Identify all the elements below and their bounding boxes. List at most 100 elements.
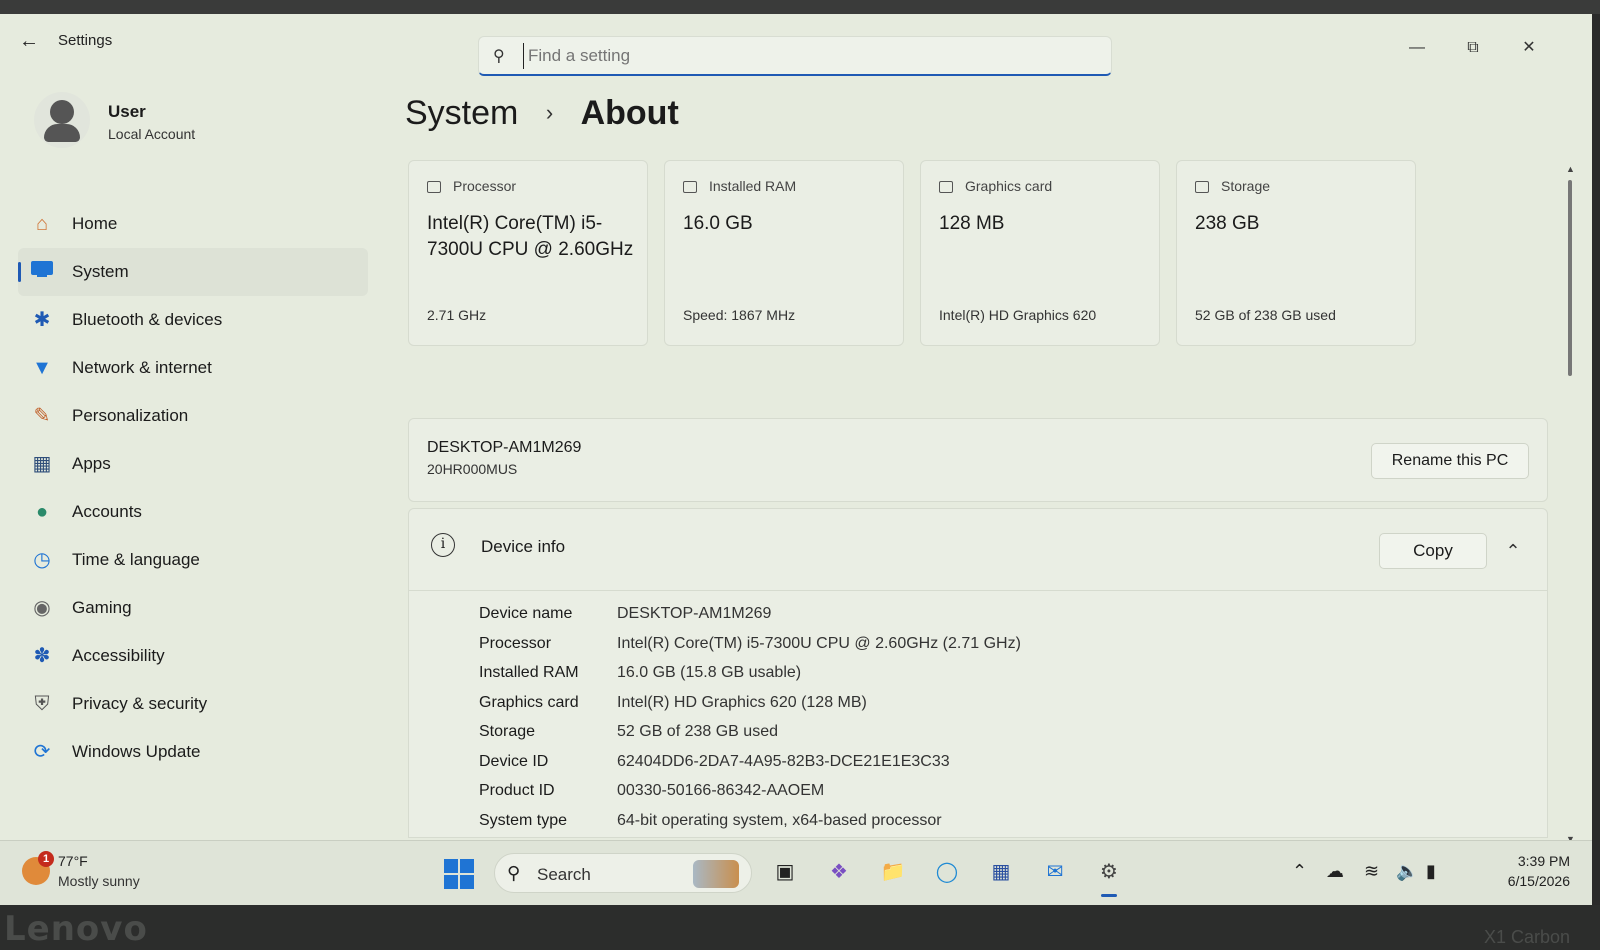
- chevron-right-icon: ›: [545, 100, 554, 126]
- scroll-thumb[interactable]: [1568, 180, 1572, 376]
- start-button[interactable]: [444, 859, 474, 889]
- chevron-up-icon[interactable]: ⌃: [1292, 861, 1307, 882]
- user-profile[interactable]: User Local Account: [20, 86, 360, 166]
- update-icon: ⟳: [33, 741, 51, 763]
- spec-label: Storage: [1221, 178, 1271, 194]
- info-key: Device ID: [479, 752, 549, 770]
- accessibility-icon: ✽: [33, 645, 51, 667]
- content-scrollbar[interactable]: ▲ ▼: [1566, 164, 1575, 844]
- info-icon: i: [431, 533, 455, 557]
- info-row: Product ID 00330-50166-86342-AAOEM: [479, 778, 1479, 808]
- device-info-header[interactable]: i Device info Copy ⌃: [409, 509, 1547, 591]
- sidebar-item-personalization[interactable]: ✎ Personalization: [18, 392, 368, 440]
- copy-button[interactable]: Copy: [1379, 533, 1487, 569]
- settings-search-box[interactable]: ⚲: [478, 36, 1112, 76]
- sidebar-item-system[interactable]: System: [18, 248, 368, 296]
- sidebar-item-accounts[interactable]: ● Accounts: [18, 488, 368, 536]
- cloud-offline-icon[interactable]: ☁: [1326, 861, 1344, 882]
- device-info-list: Device name DESKTOP-AM1M269 Processor In…: [479, 601, 1479, 837]
- back-arrow-icon[interactable]: ←: [16, 28, 42, 54]
- info-row: Storage 52 GB of 238 GB used: [479, 719, 1479, 749]
- copilot-icon[interactable]: ❖: [822, 855, 856, 889]
- spec-detail: 2.71 GHz: [427, 307, 487, 323]
- edge-browser-icon[interactable]: ◯: [930, 855, 964, 889]
- system-icon: [30, 260, 54, 284]
- settings-gear-icon[interactable]: ⚙: [1092, 855, 1126, 897]
- info-key: Processor: [479, 634, 552, 652]
- sidebar-item-accessibility[interactable]: ✽ Accessibility: [18, 632, 368, 680]
- search-highlight-image: [693, 860, 739, 888]
- settings-search-input[interactable]: [523, 43, 1083, 69]
- processor-icon: [427, 181, 441, 193]
- search-icon: ⚲: [507, 863, 521, 883]
- sidebar-item-label: Windows Update: [72, 742, 201, 761]
- sidebar-item-label: Accessibility: [72, 646, 165, 665]
- microsoft-store-icon[interactable]: ▦: [984, 855, 1018, 889]
- sidebar-item-home[interactable]: ⌂ Home: [18, 200, 368, 248]
- sidebar-item-label: Privacy & security: [72, 694, 208, 713]
- info-key: Product ID: [479, 782, 555, 799]
- storage-icon: [1195, 181, 1209, 193]
- close-icon[interactable]: ✕: [1514, 36, 1544, 60]
- outlook-icon[interactable]: ✉: [1038, 855, 1072, 889]
- spec-detail: 52 GB of 238 GB used: [1195, 307, 1336, 323]
- info-value: Intel(R) HD Graphics 620 (128 MB): [617, 693, 867, 711]
- info-value: 00330-50166-86342-AAOEM: [617, 782, 825, 799]
- spec-detail: Speed: 1867 MHz: [683, 307, 796, 323]
- device-info-section: i Device info Copy ⌃ Device name DESKTOP…: [408, 508, 1548, 838]
- app-title: Settings: [58, 32, 113, 49]
- sidebar-item-windows-update[interactable]: ⟳ Windows Update: [18, 728, 368, 776]
- wifi-icon[interactable]: ≋: [1364, 861, 1379, 882]
- spec-label: Graphics card: [965, 178, 1053, 194]
- volume-icon[interactable]: 🔈: [1396, 861, 1418, 882]
- info-key: Installed RAM: [479, 664, 579, 681]
- page-title: About: [580, 93, 679, 132]
- info-row: Device name DESKTOP-AM1M269: [479, 601, 1479, 631]
- spec-card-ram: Installed RAM 16.0 GB Speed: 1867 MHz: [664, 160, 904, 346]
- bluetooth-icon: ✱: [33, 309, 51, 331]
- screen-bezel-top: [0, 0, 1600, 14]
- info-row: Device ID 62404DD6-2DA7-4A95-82B3-DCE21E…: [479, 749, 1479, 779]
- scroll-up-icon[interactable]: ▲: [1566, 164, 1575, 174]
- notification-badge: 1: [38, 851, 54, 867]
- restore-icon[interactable]: ⧉: [1458, 36, 1488, 60]
- screen-bezel-bottom: Lenovo X1 Carbon: [0, 905, 1600, 950]
- shield-icon: ⛨: [34, 693, 50, 715]
- sidebar-item-apps[interactable]: ▦ Apps: [18, 440, 368, 488]
- clock-globe-icon: ◷: [33, 549, 51, 571]
- settings-window: ← Settings ⚲ — ⧉ ✕ User Local Account ⌂ …: [0, 14, 1592, 905]
- spec-label: Processor: [453, 178, 517, 194]
- sidebar-item-gaming[interactable]: ◉ Gaming: [18, 584, 368, 632]
- pc-name: DESKTOP-AM1M269: [427, 439, 582, 456]
- sidebar-item-label: System: [72, 262, 129, 281]
- sidebar-item-privacy[interactable]: ⛨ Privacy & security: [18, 680, 368, 728]
- spec-label: Installed RAM: [709, 178, 797, 194]
- sidebar-item-bluetooth[interactable]: ✱ Bluetooth & devices: [18, 296, 368, 344]
- home-icon: ⌂: [35, 213, 49, 235]
- pc-name-card: DESKTOP-AM1M269 20HR000MUS Rename this P…: [408, 418, 1548, 502]
- info-key: Graphics card: [479, 693, 579, 711]
- task-view-icon[interactable]: ▣: [768, 855, 802, 889]
- chevron-up-icon[interactable]: ⌃: [1499, 537, 1527, 565]
- clock[interactable]: 3:39 PM 6/15/2026: [1470, 851, 1570, 891]
- account-icon: ●: [35, 501, 49, 523]
- sidebar-item-label: Accounts: [72, 502, 142, 521]
- sidebar-item-time-language[interactable]: ◷ Time & language: [18, 536, 368, 584]
- title-bar: ← Settings ⚲ — ⧉ ✕: [0, 14, 1592, 76]
- weather-widget[interactable]: 1 77°F Mostly sunny: [22, 851, 162, 895]
- weather-desc: Mostly sunny: [58, 873, 140, 889]
- breadcrumb-parent[interactable]: System: [405, 94, 518, 133]
- spec-card-storage: Storage 238 GB 52 GB of 238 GB used: [1176, 160, 1416, 346]
- battery-icon[interactable]: ▮: [1426, 861, 1436, 882]
- sidebar-nav: ⌂ Home System ✱ Bluetooth & devices ▼ Ne…: [18, 200, 368, 776]
- file-explorer-icon[interactable]: 📁: [876, 855, 910, 889]
- taskbar-search[interactable]: ⚲ Search: [494, 853, 752, 893]
- minimize-icon[interactable]: —: [1402, 36, 1432, 60]
- brush-icon: ✎: [33, 405, 51, 427]
- info-value: Intel(R) Core(TM) i5-7300U CPU @ 2.60GHz…: [617, 634, 1021, 652]
- spec-value: Intel(R) Core(TM) i5-7300U CPU @ 2.60GHz: [427, 213, 634, 260]
- rename-pc-button[interactable]: Rename this PC: [1371, 443, 1529, 479]
- sidebar-item-label: Home: [72, 214, 118, 233]
- sidebar-item-network[interactable]: ▼ Network & internet: [18, 344, 368, 392]
- info-value: DESKTOP-AM1M269: [617, 605, 772, 622]
